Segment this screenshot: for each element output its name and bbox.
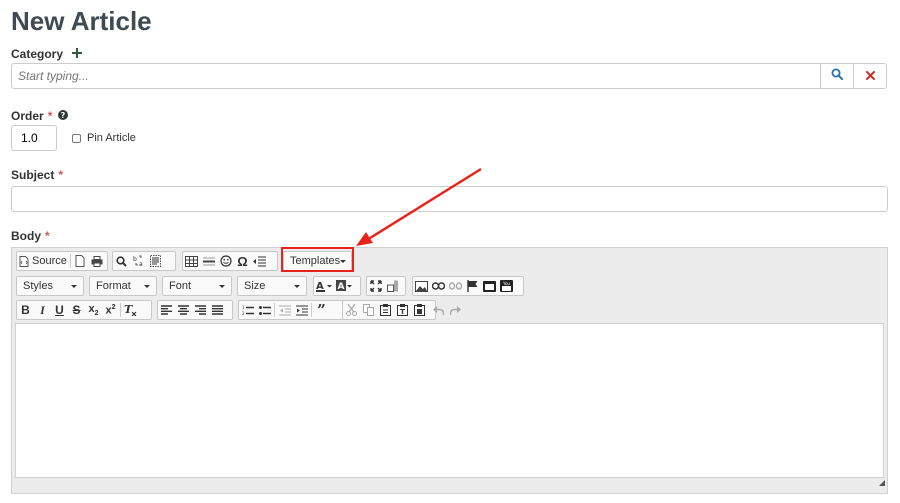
- annotation-arrow-icon: [356, 167, 482, 246]
